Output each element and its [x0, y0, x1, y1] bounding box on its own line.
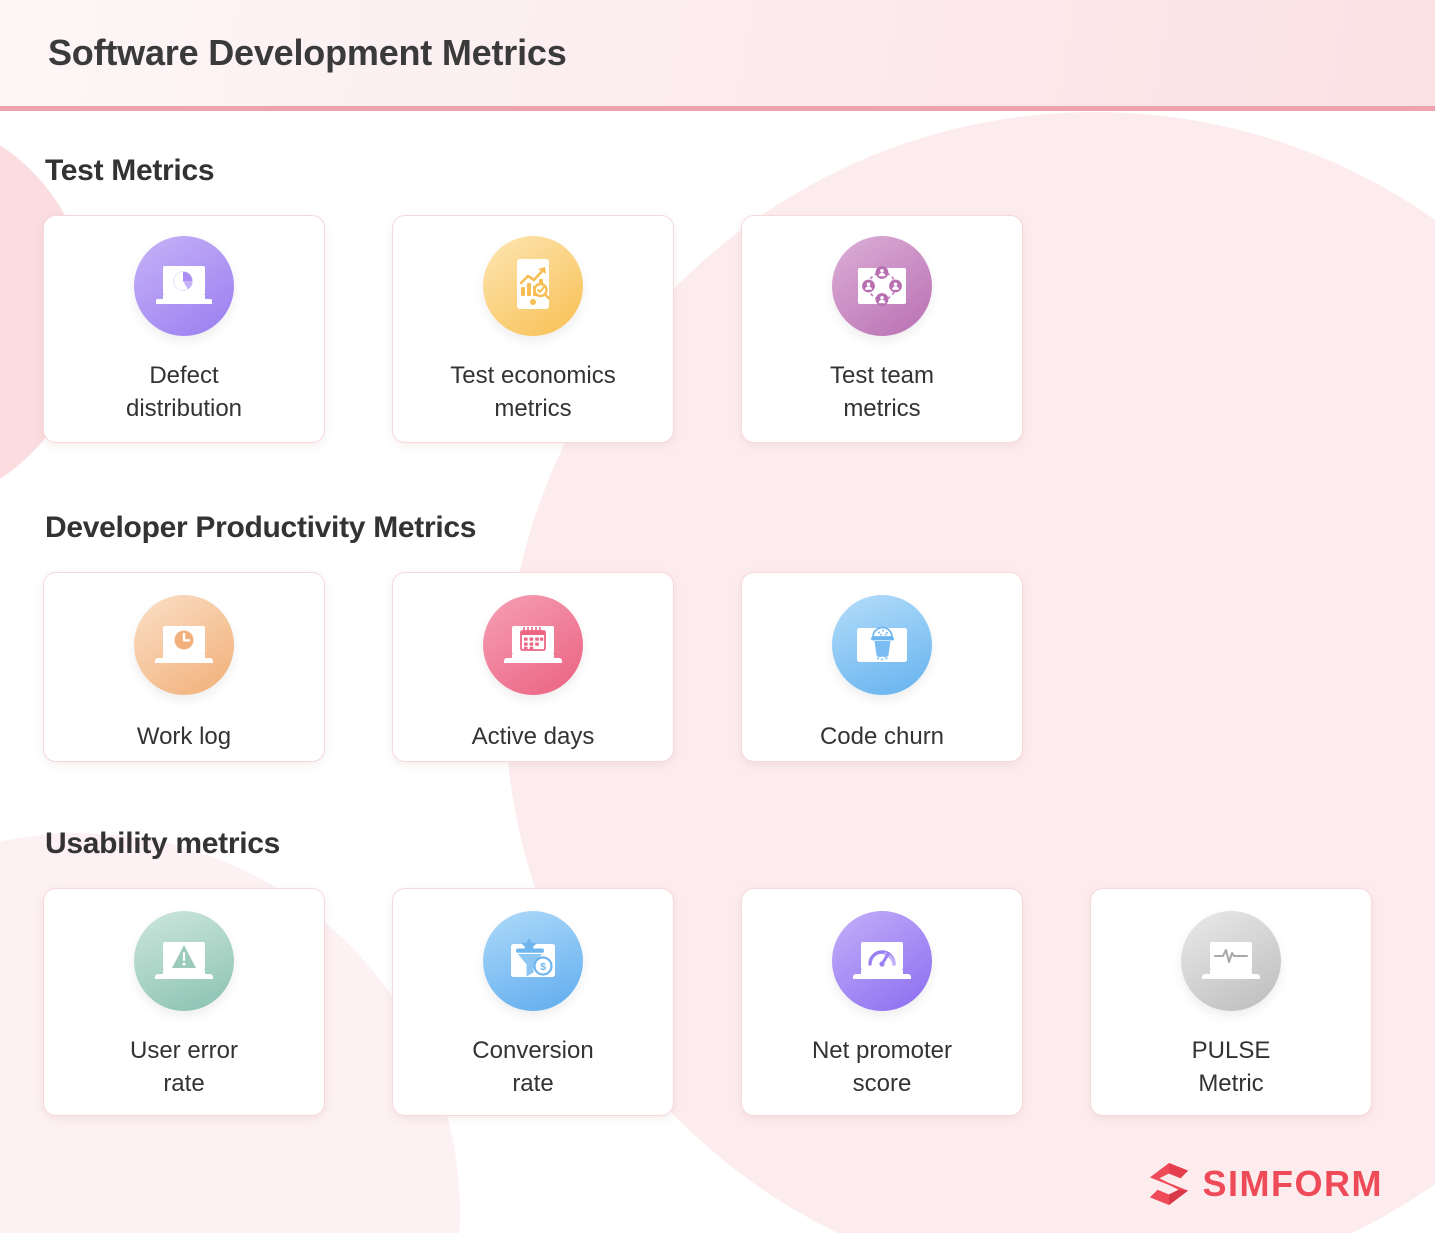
page-title: Software Development Metrics [48, 32, 567, 73]
metric-card-active-days[interactable]: Active days [392, 572, 674, 762]
section-title: Test Metrics [45, 154, 215, 187]
simform-wordmark: SIMFORM [1202, 1163, 1383, 1204]
section-test-metrics: Test Metrics Defect distribution Test ec… [0, 111, 1435, 443]
section-title: Developer Productivity Metrics [45, 511, 477, 544]
team-network-icon [832, 236, 932, 336]
laptop-gauge-icon [832, 911, 932, 1011]
laptop-heartbeat-icon [1181, 911, 1281, 1011]
funnel-dollar-icon: $ [483, 911, 583, 1011]
metric-card-net-promoter-score[interactable]: Net promoter score [741, 888, 1023, 1116]
metric-card-label: Conversion rate [472, 1037, 594, 1097]
laptop-clock-icon [134, 595, 234, 695]
metric-card-label: Test economics metrics [450, 362, 616, 422]
laptop-calendar-icon [483, 595, 583, 695]
metric-card-label: Net promoter score [811, 1037, 953, 1097]
metric-card-defect-distribution[interactable]: Defect distribution [43, 215, 325, 443]
metric-card-user-error-rate[interactable]: User error rate [43, 888, 325, 1116]
cards-row: Defect distribution Test economics metri… [43, 215, 1435, 443]
metrics-content: Test Metrics Defect distribution Test ec… [0, 111, 1435, 1116]
metric-card-label: User error rate [129, 1037, 238, 1097]
metric-card-label: Defect distribution [125, 362, 243, 422]
section-title: Usability metrics [45, 827, 281, 860]
metric-card-test-economics-metrics[interactable]: Test economics metrics [392, 215, 674, 443]
metric-card-pulse-metric[interactable]: PULSE Metric [1090, 888, 1372, 1116]
section-developer-productivity-metrics: Developer Productivity Metrics Work log [0, 443, 1435, 762]
simform-logo: SIMFORM [1148, 1162, 1383, 1206]
simform-hexagon-s-icon [1149, 1163, 1188, 1205]
metric-card-code-churn[interactable]: Code churn [741, 572, 1023, 762]
metric-card-label: Code churn [819, 723, 945, 750]
metric-card-label: Test team metrics [829, 362, 935, 422]
metric-card-conversion-rate[interactable]: $ Conversion rate [392, 888, 674, 1116]
section-usability-metrics: Usability metrics User error rate $ Conv… [0, 762, 1435, 1116]
svg-text:$: $ [540, 961, 546, 973]
laptop-pie-chart-icon [134, 236, 234, 336]
metric-card-label: PULSE Metric [1191, 1037, 1271, 1097]
laptop-warning-icon [134, 911, 234, 1011]
metric-card-label: Active days [471, 723, 595, 750]
metric-card-work-log[interactable]: Work log [43, 572, 325, 762]
code-churn-bucket-icon [832, 595, 932, 695]
cards-row: Work log Active days Code churn [43, 572, 1435, 762]
infographic-page: Software Development Metrics Test Metric… [0, 0, 1435, 1233]
document-growth-chart-search-icon [483, 236, 583, 336]
cards-row: User error rate $ Conversion rate Net pr… [43, 888, 1435, 1116]
metric-card-test-team-metrics[interactable]: Test team metrics [741, 215, 1023, 443]
metric-card-label: Work log [136, 723, 232, 750]
page-header: Software Development Metrics [0, 0, 1435, 111]
